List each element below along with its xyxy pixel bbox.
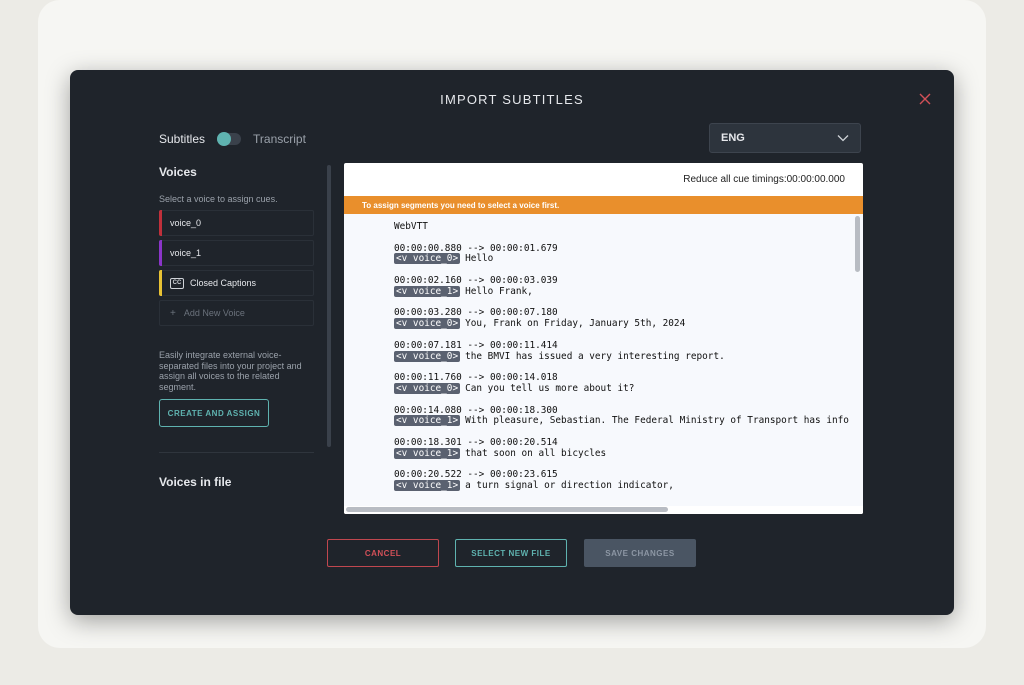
cue-text: Hello Frank, (465, 285, 533, 297)
reduce-cue-timings[interactable]: Reduce all cue timings:00:00:00.000 (683, 174, 845, 185)
voice-label: voice_0 (170, 218, 202, 228)
voice-tag[interactable]: <v voice_0> (394, 382, 461, 394)
voice-tag[interactable]: <v voice_1> (394, 285, 461, 297)
cue-text: that soon on all bicycles (465, 447, 607, 459)
voice-item-voice-1[interactable]: voice_1 (159, 240, 314, 266)
save-changes-button[interactable]: SAVE CHANGES (584, 539, 696, 567)
warning-banner: To assign segments you need to select a … (344, 196, 863, 214)
voice-color-bar (159, 210, 162, 236)
voices-heading: Voices (159, 165, 197, 179)
cue-line: <v voice_0> Hello (394, 253, 854, 265)
voice-tag[interactable]: <v voice_0> (394, 253, 461, 265)
cue-gap (394, 395, 854, 406)
cue-text: the BMVI has issued a very interesting r… (465, 350, 725, 362)
modal-title: IMPORT SUBTITLES (440, 92, 584, 107)
voice-label: voice_1 (170, 248, 202, 258)
cue-line: <v voice_0> Can you tell us more about it… (394, 382, 854, 395)
cue-line: <v voice_1> Hello Frank, (394, 285, 854, 298)
sidebar-scrollbar[interactable] (327, 165, 331, 447)
cue-timing: 00:00:18.301 --> 00:00:20.514 (394, 436, 558, 448)
voice-tag[interactable]: <v voice_0> (394, 318, 461, 330)
voices-in-file-heading: Voices in file (159, 475, 232, 489)
add-new-voice-button[interactable]: + Add New Voice (159, 300, 314, 326)
subtitle-preview-panel: Reduce all cue timings:00:00:00.000 To a… (344, 163, 863, 514)
subtitles-label[interactable]: Subtitles (159, 132, 205, 146)
horizontal-scroll-thumb[interactable] (346, 507, 668, 512)
mode-toggle[interactable] (217, 132, 242, 146)
add-voice-label: Add New Voice (183, 308, 245, 318)
cue-text: You, Frank on Friday, January 5th, 2024 (465, 318, 686, 330)
sidebar-description: Easily integrate external voice-separate… (159, 350, 302, 392)
toggle-knob (217, 132, 232, 146)
plus-icon: + (170, 307, 176, 319)
voice-item-voice-0[interactable]: voice_0 (159, 210, 314, 236)
mode-toggle-row: Subtitles Transcript (159, 130, 306, 148)
cue-text: Can you tell us more about it? (465, 382, 635, 394)
cancel-button[interactable]: CANCEL (327, 539, 439, 567)
cue-line: <v voice_1> a turn signal or direction in… (394, 480, 854, 492)
cue-gap (394, 233, 854, 244)
webvtt-header: WebVTT (394, 221, 428, 232)
cue-text: a turn signal or direction indicator, (465, 480, 674, 492)
voice-color-bar (159, 240, 162, 266)
panel-header: Reduce all cue timings:00:00:00.000 (344, 163, 863, 196)
voices-hint: Select a voice to assign cues. (159, 194, 278, 204)
voices-sidebar: Voices Select a voice to assign cues. vo… (159, 165, 314, 489)
select-new-file-button[interactable]: SELECT NEW FILE (455, 539, 567, 567)
language-select[interactable]: ENG (709, 123, 861, 153)
voice-item-closed-captions[interactable]: CC Closed Captions (159, 270, 314, 296)
voice-tag[interactable]: <v voice_1> (394, 447, 461, 459)
voice-color-bar (159, 270, 162, 296)
voice-tag[interactable]: <v voice_1> (394, 415, 461, 427)
close-icon[interactable] (918, 92, 932, 106)
cue-line: <v voice_1> With pleasure, Sebastian. The… (394, 415, 854, 427)
transcript-label[interactable]: Transcript (253, 132, 306, 146)
cue-text: Hello (465, 253, 494, 265)
voice-tag[interactable]: <v voice_1> (394, 480, 461, 492)
cue-line: <v voice_0> You, Frank on Friday, January… (394, 318, 854, 330)
create-and-assign-button[interactable]: CREATE AND ASSIGN (159, 399, 269, 427)
closed-captions-icon: CC (170, 277, 184, 289)
chevron-down-icon (837, 135, 849, 142)
cue-line: <v voice_1> that soon on all bicycles (394, 447, 854, 460)
sidebar-divider (159, 452, 314, 453)
vertical-scroll-thumb[interactable] (855, 216, 860, 272)
cue-line: <v voice_0> the BMVI has issued a very in… (394, 350, 854, 363)
cue-text: With pleasure, Sebastian. The Federal Mi… (465, 415, 849, 427)
cue-content: WebVTT 00:00:00.880 --> 00:00:01.679 <v v… (394, 221, 854, 492)
voice-tag[interactable]: <v voice_0> (394, 350, 461, 362)
cue-timing: 00:00:02.160 --> 00:00:03.039 (394, 274, 558, 286)
language-value: ENG (721, 132, 745, 144)
cue-timing: 00:00:00.880 --> 00:00:01.679 (394, 242, 558, 254)
voice-label: Closed Captions (190, 278, 257, 288)
subtitle-editor[interactable]: WebVTT 00:00:00.880 --> 00:00:01.679 <v v… (344, 214, 863, 506)
import-subtitles-modal: IMPORT SUBTITLES Subtitles Transcript EN… (70, 70, 954, 615)
